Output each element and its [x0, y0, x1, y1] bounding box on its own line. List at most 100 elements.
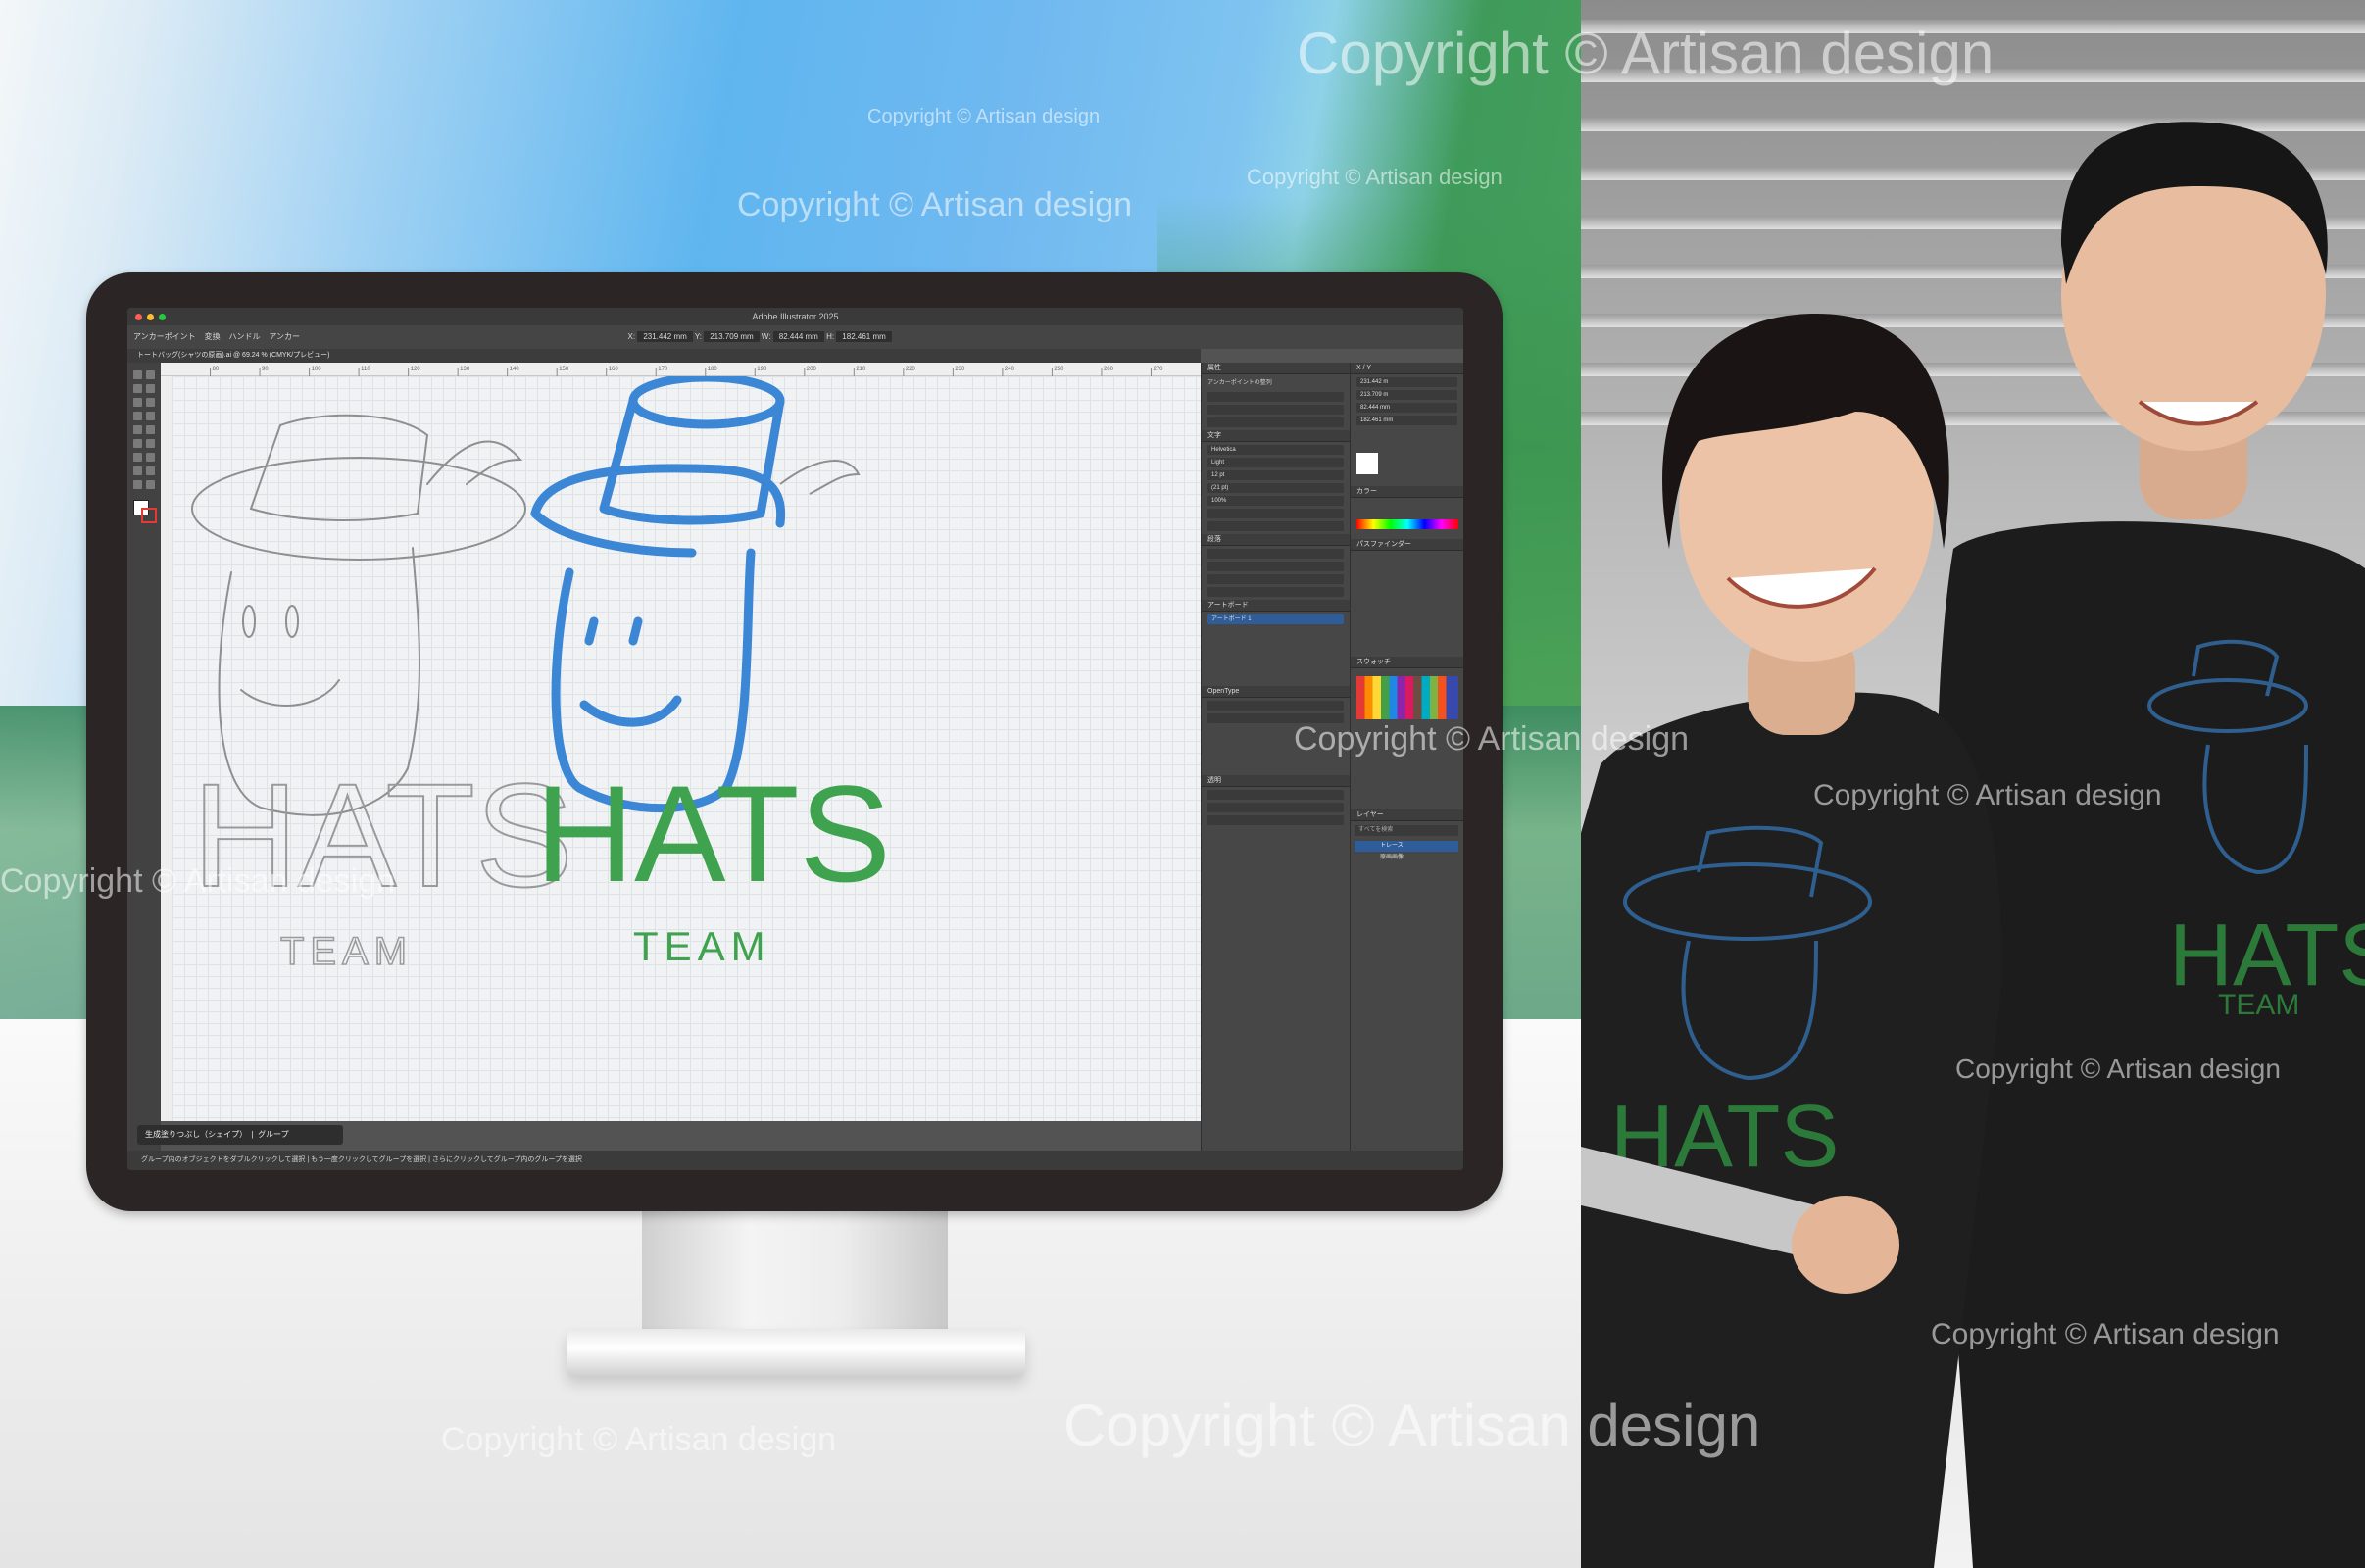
sketch-wing	[426, 440, 523, 485]
w-field[interactable]: 82.444 mm	[1356, 403, 1457, 413]
ctrl-h-field[interactable]: 182.461 mm	[836, 331, 892, 342]
tools-panel	[127, 363, 161, 1170]
team-photo: HATS TEAM HATS	[1581, 0, 2365, 1568]
panel-row[interactable]	[1207, 509, 1344, 518]
ctrl-y-field[interactable]: 213.709 mm	[704, 331, 760, 342]
zoom-window-icon[interactable]	[159, 314, 166, 320]
scale-tool-icon[interactable]	[146, 439, 155, 448]
panel-row[interactable]	[1207, 574, 1344, 584]
office-background: Adobe Illustrator 2025 アンカーポイント 変換 ハンドル …	[0, 0, 1581, 1568]
font-family-select[interactable]: Helvetica	[1207, 445, 1344, 455]
app-title: Adobe Illustrator 2025	[752, 312, 839, 321]
sketch-wing-right	[779, 460, 861, 495]
direct-selection-tool-icon[interactable]	[146, 370, 155, 379]
shape-builder-tool-icon[interactable]	[146, 453, 155, 462]
ruler-tick-label: 250	[1054, 367, 1064, 372]
ctrl-x-field[interactable]: 231.442 mm	[637, 331, 693, 342]
close-window-icon[interactable]	[135, 314, 142, 320]
swatches-header[interactable]: スウォッチ	[1351, 657, 1463, 668]
ctrl-convert[interactable]: 変換	[205, 332, 221, 341]
man-shirt	[1936, 521, 2365, 1568]
font-size-field[interactable]: 12 pt	[1207, 470, 1344, 480]
ctrl-anchor2[interactable]: アンカー	[269, 332, 300, 341]
document-tab[interactable]: トートバッグ(シャツの原画).ai @ 69.24 % (CMYK/プレビュー)	[127, 349, 1201, 363]
layers-header[interactable]: レイヤー	[1351, 809, 1463, 821]
panel-row[interactable]	[1207, 521, 1344, 531]
contextual-taskbar[interactable]: 生成塗りつぶし（シェイプ） | グループ	[137, 1125, 343, 1145]
panel-row[interactable]	[1207, 392, 1344, 402]
vertical-ruler	[161, 376, 172, 1121]
panel-row[interactable]	[1207, 713, 1344, 723]
artboard-header[interactable]: アートボード	[1202, 600, 1350, 612]
minimize-window-icon[interactable]	[147, 314, 154, 320]
ctrl-anchor[interactable]: アンカーポイント	[133, 332, 196, 341]
ctrl-y-label: Y:	[694, 332, 702, 341]
color-spectrum[interactable]	[1356, 519, 1458, 529]
layer-trace[interactable]: トレース	[1355, 841, 1458, 852]
character-header[interactable]: 文字	[1202, 430, 1350, 442]
woman-hand	[1792, 1196, 1899, 1294]
layers-search[interactable]: すべてを検索	[1355, 825, 1458, 836]
paragraph-header[interactable]: 段落	[1202, 534, 1350, 546]
panel-row[interactable]	[1207, 417, 1344, 427]
layer-original[interactable]: 原画画像	[1355, 853, 1458, 863]
tracking-field[interactable]: 100%	[1207, 496, 1344, 506]
brush-tool-icon[interactable]	[146, 412, 155, 420]
sketch-team-text: TEAM	[280, 930, 413, 973]
stroke-swatch[interactable]	[141, 508, 157, 523]
panel-row[interactable]	[1207, 803, 1344, 812]
control-bar-items: アンカーポイント 変換 ハンドル アンカー X: 231.442 mm Y: 2…	[133, 325, 892, 349]
type-tool-icon[interactable]	[133, 398, 142, 407]
h-field[interactable]: 182.461 mm	[1356, 416, 1457, 425]
rotate-tool-icon[interactable]	[133, 439, 142, 448]
ruler-tick-label: 200	[807, 367, 817, 372]
ruler-tick-label: 230	[955, 367, 965, 372]
gradient-tool-icon[interactable]	[133, 466, 142, 475]
panel-row[interactable]	[1207, 790, 1344, 800]
panel-row[interactable]	[1207, 587, 1344, 597]
pencil-tool-icon[interactable]	[133, 425, 142, 434]
pathfinder-header[interactable]: パスファインダー	[1351, 539, 1463, 551]
ctrl-handle[interactable]: ハンドル	[228, 332, 260, 341]
width-tool-icon[interactable]	[133, 453, 142, 462]
control-bar: アンカーポイント 変換 ハンドル アンカー X: 231.442 mm Y: 2…	[127, 325, 1463, 349]
rectangle-tool-icon[interactable]	[133, 412, 142, 420]
leading-field[interactable]: (21 pt)	[1207, 483, 1344, 493]
horizontal-ruler: 80 90 100 110 120 130 140 150 160 170 180 190 200 210…	[161, 363, 1201, 376]
opentype-header[interactable]: OpenType	[1202, 686, 1350, 698]
line-tool-icon[interactable]	[146, 398, 155, 407]
y-field[interactable]: 213.709 m	[1356, 390, 1457, 400]
ctrl-w-field[interactable]: 82.444 mm	[772, 331, 824, 342]
transparency-header[interactable]: 透明	[1202, 775, 1350, 787]
status-bar: グループ内のオブジェクトをダブルクリックして選択 | もう一度クリックしてグルー…	[127, 1151, 1463, 1170]
vector-hats-text: HATS	[535, 757, 891, 910]
swatch-grid[interactable]	[1356, 676, 1458, 719]
eraser-tool-icon[interactable]	[146, 425, 155, 434]
transform-header[interactable]: X / Y	[1351, 363, 1463, 374]
ruler-tick-label: 170	[658, 367, 668, 372]
x-field[interactable]: 231.442 m	[1356, 377, 1457, 387]
panel-row[interactable]	[1207, 815, 1344, 825]
panel-row[interactable]	[1207, 405, 1344, 415]
context-label[interactable]: 生成塗りつぶし（シェイプ）	[145, 1130, 247, 1139]
properties-header[interactable]: 属性	[1202, 363, 1350, 374]
color-preview[interactable]	[1356, 453, 1378, 474]
transform-color-panel: X / Y 231.442 m 213.709 m 82.444 mm 182.…	[1350, 363, 1463, 1151]
artboard-item[interactable]: アートボード 1	[1207, 614, 1344, 624]
artboard-canvas[interactable]: HATS TEAM HATS TEAM	[172, 376, 1201, 1121]
pen-tool-icon[interactable]	[133, 384, 142, 393]
eyedropper-tool-icon[interactable]	[146, 466, 155, 475]
sketch-hat-brim	[191, 457, 526, 561]
panel-row[interactable]	[1207, 549, 1344, 559]
zoom-tool-icon[interactable]	[146, 480, 155, 489]
panel-row[interactable]	[1207, 701, 1344, 710]
selection-tool-icon[interactable]	[133, 370, 142, 379]
panel-row[interactable]	[1207, 562, 1344, 571]
font-style-select[interactable]: Light	[1207, 458, 1344, 467]
context-group[interactable]: グループ	[258, 1130, 289, 1139]
hand-tool-icon[interactable]	[133, 480, 142, 489]
color-header[interactable]: カラー	[1351, 486, 1463, 498]
curvature-tool-icon[interactable]	[146, 384, 155, 393]
ruler-tick-label: 210	[856, 367, 866, 372]
monitor-bezel: Adobe Illustrator 2025 アンカーポイント 変換 ハンドル …	[86, 272, 1503, 1211]
